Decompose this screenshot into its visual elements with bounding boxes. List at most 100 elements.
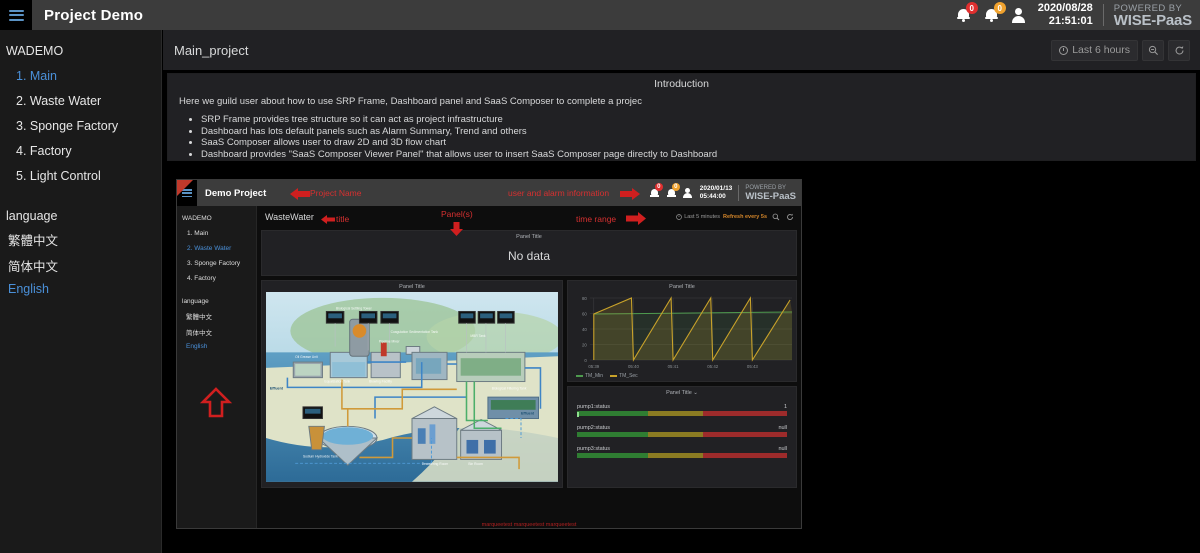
top-bar-right: 0 0 2020/08/28 21:51:01 POWERED BY WISE-… (950, 0, 1200, 30)
sidebar-item-light-control[interactable]: 5. Light Control (0, 158, 161, 183)
sidebar-item-waste-water[interactable]: 2. Waste Water (0, 83, 161, 108)
svg-text:Biological Filtering Tank: Biological Filtering Tank (492, 386, 527, 390)
panel-title-text: Panel Title (666, 390, 692, 396)
svg-text:Bin Room: Bin Room (468, 462, 483, 466)
menu-toggle-button[interactable] (0, 0, 32, 30)
inner-sidebar-item-waste-water: 2. Waste Water (187, 245, 232, 252)
refresh-button[interactable] (1168, 39, 1190, 61)
svg-text:20: 20 (582, 342, 587, 347)
inner-dashboard: WasteWater Last 5 minutes Refresh every … (257, 206, 801, 528)
notification-count-badge: 0 (993, 2, 1006, 14)
sidebar-title: WADEMO (6, 44, 64, 58)
time-range-label: Last 6 hours (1072, 44, 1130, 56)
svg-text:MBR Tank: MBR Tank (470, 334, 485, 338)
inner-time-range-label: Last 5 minutes (684, 214, 720, 220)
search-minus-icon (1148, 45, 1158, 55)
inner-alarm-bell: 0 (646, 180, 663, 206)
trend-chart-plot: 80 60 40 20 0 05:39 05:40 05:41 05:42 05:43 (582, 296, 793, 369)
svg-text:Biological Settling Tower: Biological Settling Tower (336, 307, 373, 311)
svg-text:Equalization Tank: Equalization Tank (324, 380, 350, 384)
notification-bell-button[interactable]: 0 (978, 0, 1006, 30)
inner-top-bar-right: 0 0 2020/01/13 05:44:00 POWERED BY WISE-… (646, 180, 801, 206)
inner-panel-flowchart: Panel Title Biological Settling Tower Co… (261, 280, 563, 488)
divider (1102, 4, 1104, 26)
refresh-icon (786, 213, 793, 220)
svg-text:60: 60 (582, 311, 587, 316)
gauge-label: pump2:status (577, 425, 611, 431)
inner-clock-time: 05:44:00 (699, 193, 726, 200)
embedded-screenshot-image: Demo Project 0 0 2020/01/13 05:44:00 POW… (176, 179, 802, 529)
inner-refresh-button (784, 212, 795, 223)
annotation-up-arrow-icon (199, 387, 233, 418)
list-item: Dashboard has lots default panels such a… (201, 126, 1195, 138)
brand-name: WISE-PaaS (1113, 12, 1192, 29)
svg-text:05:40: 05:40 (628, 364, 639, 369)
svg-text:05:39: 05:39 (588, 364, 599, 369)
sidebar: WADEMO 1. Main 2. Waste Water 3. Sponge … (0, 30, 162, 553)
introduction-bullet-list: SRP Frame provides tree structure so it … (201, 114, 1195, 160)
legend-item: TM_Sec (610, 373, 638, 379)
app-root: Project Demo 0 0 2020/08/28 21:51:01 POW… (0, 0, 1200, 553)
legend-item: TM_Min (576, 373, 603, 379)
gauge-row: pump1:status 1 (577, 404, 787, 417)
marquee-text: marqueetest marqueetest marqueetest (481, 522, 577, 528)
chevron-down-icon: ⌄ (693, 390, 698, 396)
panel-title: Panel Title (399, 284, 425, 290)
inner-language-traditional-chinese: 繁體中文 (186, 314, 212, 321)
svg-text:Pipeline Mixer: Pipeline Mixer (379, 340, 401, 344)
introduction-lead: Here we guild user about how to use SRP … (179, 96, 642, 107)
inner-panel-trend-chart: Panel Title 80 60 40 20 0 05:39 05:40 05… (567, 280, 797, 382)
svg-text:Effluent: Effluent (521, 412, 535, 416)
sidebar-language-traditional-chinese[interactable]: 繁體中文 (0, 223, 161, 249)
alarm-bell-button[interactable]: 0 (950, 0, 978, 30)
wastewater-plant-diagram: Biological Settling Tower Coagulation Se… (266, 292, 558, 482)
refresh-icon (1175, 45, 1183, 54)
corner-marker (177, 180, 193, 196)
sidebar-item-sponge-factory[interactable]: 3. Sponge Factory (0, 108, 161, 133)
inner-clock-date: 2020/01/13 (699, 185, 733, 192)
gauge-value: null (778, 446, 787, 452)
svg-text:Dewatering Room: Dewatering Room (422, 462, 449, 466)
user-account-button[interactable] (1006, 0, 1032, 30)
sidebar-item-main[interactable]: 1. Main (0, 58, 161, 83)
panel-title: Panel Title (669, 284, 695, 290)
sidebar-language-simplified-chinese[interactable]: 简体中文 (0, 249, 161, 275)
clock: 2020/08/28 21:51:01 (1038, 2, 1093, 28)
inner-brand-block: POWERED BY WISE-PaaS (745, 185, 796, 202)
dashboard-title: Main_project (174, 42, 249, 58)
inner-panel-row: Panel Title Biological Settling Tower Co… (261, 280, 797, 488)
svg-text:05:41: 05:41 (668, 364, 679, 369)
inner-notification-badge: 0 (671, 183, 680, 191)
search-minus-icon (772, 213, 779, 221)
svg-text:Effluent: Effluent (270, 386, 284, 390)
gauge-track (577, 411, 787, 416)
inner-zoom-out-button (770, 212, 781, 223)
inner-user-account (680, 180, 696, 206)
user-icon (683, 187, 693, 199)
alarm-count-badge: 0 (965, 2, 978, 14)
panel-title: Panel Title ⌄ (568, 387, 796, 396)
svg-text:Sodium Hydroxide Tank: Sodium Hydroxide Tank (303, 454, 338, 458)
clock-icon (676, 214, 683, 220)
svg-text:0: 0 (584, 358, 587, 363)
clock-time: 21:51:01 (1048, 15, 1093, 27)
sidebar-language-english[interactable]: English (0, 275, 161, 296)
zoom-out-time-button[interactable] (1142, 39, 1164, 61)
gauge-label-row: pump3:status null (577, 446, 787, 452)
time-range-picker[interactable]: Last 6 hours (1051, 39, 1138, 61)
gauge-value: null (778, 425, 787, 431)
gauge-marker (577, 412, 579, 417)
sidebar-item-factory[interactable]: 4. Factory (0, 133, 161, 158)
gauge-track (577, 453, 787, 458)
inner-panel-bar-gauge: Panel Title ⌄ pump1:status 1 pump2:statu… (567, 386, 797, 488)
gauge-label: pump3:status (577, 446, 611, 452)
divider (738, 185, 740, 201)
page-title: Project Demo (44, 6, 144, 24)
hamburger-icon (8, 9, 24, 21)
inner-refresh-label: Refresh every 5s (722, 214, 767, 220)
inner-sidebar-item-sponge-factory: 3. Sponge Factory (187, 260, 241, 267)
gauge-label-row: pump2:status null (577, 425, 787, 431)
inner-alarm-badge: 0 (654, 183, 663, 191)
inner-panel-nodata: Panel Title No data (261, 230, 797, 276)
inner-right-column: Panel Title 80 60 40 20 0 05:39 05:40 05… (567, 280, 797, 488)
